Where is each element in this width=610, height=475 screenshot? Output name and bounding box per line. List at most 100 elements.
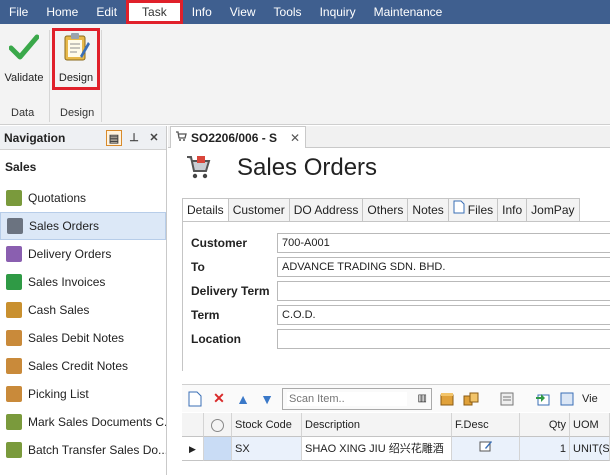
sidebar-item[interactable]: Delivery Orders: [0, 240, 166, 268]
detail-tabs: Details Customer DO Address Others Notes…: [182, 198, 580, 222]
dollar-icon: [6, 274, 22, 290]
validate-label: Validate: [4, 72, 44, 84]
tab-details[interactable]: Details: [182, 198, 229, 222]
delete-icon[interactable]: ✕: [210, 390, 228, 408]
menu-home[interactable]: Home: [37, 0, 87, 24]
menu-edit[interactable]: Edit: [87, 0, 126, 24]
group-label-data: Data: [11, 107, 35, 119]
edit-note-icon[interactable]: [479, 441, 493, 455]
document-tab-label: SO2206/006 - S: [191, 130, 278, 145]
grid-header-uom[interactable]: UOM: [570, 413, 610, 437]
menu-maintenance[interactable]: Maintenance: [365, 0, 452, 24]
sidebar-item-label: Mark Sales Documents C...: [28, 415, 166, 429]
row-uom[interactable]: UNIT(S): [570, 437, 610, 461]
validate-button[interactable]: Validate: [0, 28, 48, 90]
debit-note-icon: [6, 330, 22, 346]
cart-icon: [7, 218, 23, 234]
design-label: Design: [58, 72, 94, 84]
menu-tools[interactable]: Tools: [265, 0, 311, 24]
scan-item-input[interactable]: [287, 391, 407, 406]
row-stock-code[interactable]: SX: [232, 437, 302, 461]
group-label-design: Design: [60, 107, 95, 119]
row-fdesc[interactable]: [452, 437, 520, 461]
document-tab-icon: [175, 130, 187, 145]
menu-task[interactable]: Task: [126, 0, 183, 24]
sidebar-item-label: Delivery Orders: [28, 247, 112, 261]
scan-item-box[interactable]: ▥: [282, 387, 432, 410]
view-icon[interactable]: [558, 390, 576, 408]
tab-notes[interactable]: Notes: [408, 198, 449, 222]
stock-icon[interactable]: [438, 390, 456, 408]
cart-icon: [185, 154, 211, 183]
transfer-icon[interactable]: [534, 390, 552, 408]
list-icon[interactable]: [498, 390, 516, 408]
term-field[interactable]: C.O.D.: [277, 305, 610, 325]
sidebar-item[interactable]: Batch Transfer Sales Do...: [0, 436, 166, 464]
menu-bar: File Home Edit Task Info View Tools Inqu…: [0, 0, 610, 24]
sidebar-item-label: Quotations: [28, 191, 87, 205]
delivery-term-row: Delivery Term: [191, 281, 610, 301]
sidebar-item-label: Batch Transfer Sales Do...: [28, 443, 166, 457]
ribbon-separator: [101, 30, 102, 122]
grid-header-description[interactable]: Description: [302, 413, 452, 437]
close-icon[interactable]: ✕: [146, 130, 162, 146]
document-tabbar: SO2206/006 - S ✕: [168, 126, 610, 148]
menu-view[interactable]: View: [221, 0, 265, 24]
cash-icon: [6, 302, 22, 318]
tab-files[interactable]: Files: [448, 198, 499, 222]
tab-customer[interactable]: Customer: [228, 198, 290, 222]
view-label[interactable]: Vie: [582, 393, 598, 405]
sidebar-item[interactable]: Mark Sales Documents C...: [0, 408, 166, 436]
menu-file[interactable]: File: [0, 0, 37, 24]
items-grid: Stock Code Description F.Desc Qty UOM ▶ …: [182, 413, 610, 475]
barcode-icon: ▥: [417, 393, 427, 404]
navigation-header: Navigation ▤ ⊥ ✕: [0, 126, 166, 150]
layout-icon[interactable]: ▤: [106, 129, 122, 146]
pin-icon[interactable]: ⊥: [126, 130, 142, 146]
nav-list: Quotations Sales Orders Delivery Orders Sal…: [0, 184, 166, 464]
sidebar-item[interactable]: Sales Invoices: [0, 268, 166, 296]
sidebar-item[interactable]: Sales Orders: [0, 212, 166, 240]
sidebar-item[interactable]: Sales Debit Notes: [0, 324, 166, 352]
sidebar-item[interactable]: Quotations: [0, 184, 166, 212]
stock-group-icon[interactable]: [462, 390, 480, 408]
delivery-term-label: Delivery Term: [191, 284, 270, 298]
sidebar-item-label: Sales Orders: [29, 219, 100, 233]
menu-inquiry[interactable]: Inquiry: [311, 0, 365, 24]
sidebar-item[interactable]: Picking List: [0, 380, 166, 408]
grid-header-stock-code[interactable]: Stock Code: [232, 413, 302, 437]
sidebar-item-label: Sales Invoices: [28, 275, 106, 289]
grid-header-select[interactable]: [204, 413, 232, 437]
design-button[interactable]: Design: [52, 28, 100, 90]
menu-info[interactable]: Info: [183, 0, 221, 24]
sidebar-item[interactable]: Sales Credit Notes: [0, 352, 166, 380]
term-row: Term C.O.D.: [191, 305, 610, 325]
grid-header-qty[interactable]: Qty: [520, 413, 570, 437]
tab-jompay[interactable]: JomPay: [527, 198, 580, 222]
to-label: To: [191, 260, 205, 274]
grid-header-fdesc[interactable]: F.Desc: [452, 413, 520, 437]
to-field[interactable]: ADVANCE TRADING SDN. BHD.: [277, 257, 610, 277]
tab-do-address[interactable]: DO Address: [289, 198, 364, 222]
location-label: Location: [191, 332, 241, 346]
new-row-icon[interactable]: [186, 390, 204, 408]
sidebar-item[interactable]: Cash Sales: [0, 296, 166, 324]
close-icon[interactable]: ✕: [290, 131, 300, 145]
mark-icon: [6, 414, 22, 430]
navigation-title: Navigation: [4, 130, 66, 145]
delivery-term-field[interactable]: [277, 281, 610, 301]
table-row[interactable]: ▶ SX SHAO XING JIU 绍兴花雕酒 1 UNIT(S): [182, 437, 610, 461]
row-select-cell[interactable]: [204, 437, 232, 461]
row-description[interactable]: SHAO XING JIU 绍兴花雕酒: [302, 437, 452, 461]
move-down-icon[interactable]: ▼: [258, 390, 276, 408]
tab-info[interactable]: Info: [498, 198, 528, 222]
move-up-icon[interactable]: ▲: [234, 390, 252, 408]
ribbon: Validate Design Data Design: [0, 24, 610, 125]
location-field[interactable]: [277, 329, 610, 349]
tab-others[interactable]: Others: [363, 198, 409, 222]
select-all-icon[interactable]: [211, 418, 224, 432]
customer-field[interactable]: 700-A001: [277, 233, 610, 253]
document-tab[interactable]: SO2206/006 - S ✕: [170, 126, 306, 148]
row-qty[interactable]: 1: [520, 437, 570, 461]
batch-icon: [6, 442, 22, 458]
